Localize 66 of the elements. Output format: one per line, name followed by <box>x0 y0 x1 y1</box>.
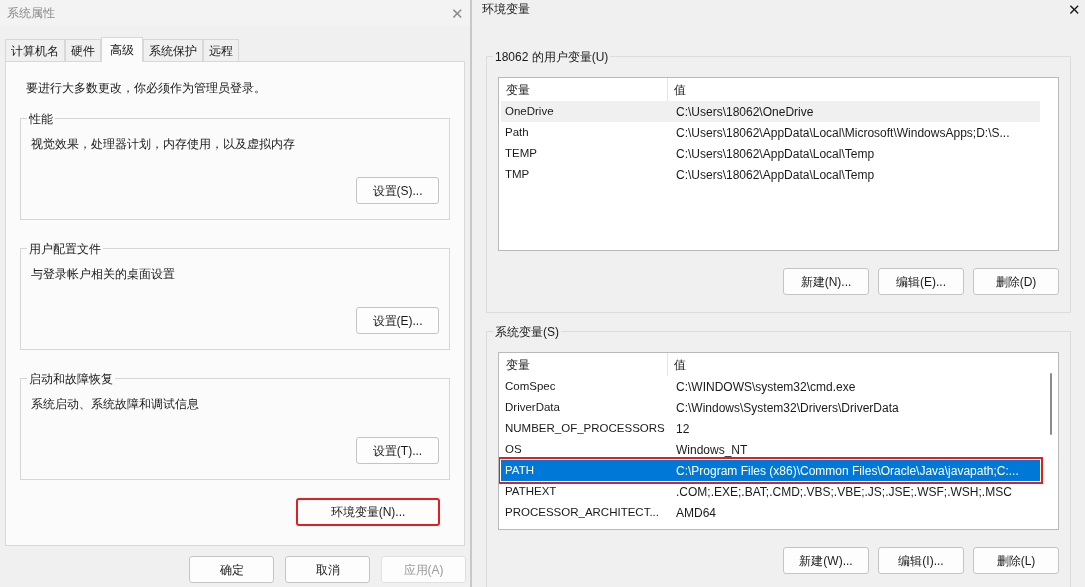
list-row[interactable]: TMP C:\Users\18062\AppData\Local\Temp <box>501 164 1040 185</box>
scrollbar-thumb[interactable] <box>1050 373 1052 435</box>
variable-value: C:\Users\18062\OneDrive <box>675 103 815 121</box>
group-title: 18062 的用户变量(U) <box>493 48 611 66</box>
variable-name: ComSpec <box>504 378 557 394</box>
variable-name: OneDrive <box>504 103 555 119</box>
variable-name: PATHEXT <box>504 483 558 499</box>
dialog-button[interactable]: 取消 <box>285 556 370 583</box>
list-row[interactable]: NUMBER_OF_PROCESSORS 12 <box>501 418 1040 439</box>
list-row[interactable]: OneDrive C:\Users\18062\OneDrive <box>501 101 1040 122</box>
list-action-button[interactable]: 新建(W)... <box>783 547 869 574</box>
variable-name: Path <box>504 124 530 140</box>
list-row[interactable]: TEMP C:\Users\18062\AppData\Local\Temp <box>501 143 1040 164</box>
window-title: 环境变量 <box>482 1 530 18</box>
tab[interactable]: 计算机名 <box>5 39 65 61</box>
variable-name: PROCESSOR_ARCHITECT... <box>504 504 660 520</box>
tab[interactable]: 系统保护 <box>143 39 203 61</box>
list-action-button[interactable]: 删除(L) <box>973 547 1059 574</box>
group-description: 视觉效果，处理器计划，内存使用，以及虚拟内存 <box>31 136 296 153</box>
variable-value: AMD64 <box>675 504 717 522</box>
variable-name: TEMP <box>504 145 538 161</box>
dialog-button[interactable]: 确定 <box>189 556 274 583</box>
variable-value: C:\Users\18062\AppData\Local\Microsoft\WindowsApps;D:\S... <box>675 124 1011 142</box>
list-action-button[interactable]: 删除(D) <box>973 268 1059 295</box>
settings-button[interactable]: 设置(S)... <box>356 177 439 204</box>
group-description: 与登录帐户相关的桌面设置 <box>31 266 176 283</box>
list-row[interactable]: PROCESSOR_ARCHITECT... AMD64 <box>501 502 1040 523</box>
variable-value: Windows_NT <box>675 441 749 459</box>
settings-button[interactable]: 设置(E)... <box>356 307 439 334</box>
variable-name: DriverData <box>504 399 561 415</box>
variable-name: OS <box>504 441 523 457</box>
variable-value: .COM;.EXE;.BAT;.CMD;.VBS;.VBE;.JS;.JSE;.WSF;.WSH;.MSC <box>675 483 1013 501</box>
variable-value: 12 <box>675 420 691 438</box>
group-title: 系统变量(S) <box>493 323 561 341</box>
group-title: 用户配置文件 <box>27 240 103 258</box>
group-title: 启动和故障恢复 <box>27 370 115 388</box>
group-description: 系统启动、系统故障和调试信息 <box>31 396 200 413</box>
variable-name: PATH <box>504 462 535 478</box>
list-action-button[interactable]: 编辑(E)... <box>878 268 964 295</box>
variable-value: C:\Windows\System32\Drivers\DriverData <box>675 399 900 417</box>
close-icon[interactable]: ✕ <box>1068 1 1081 17</box>
list-action-button[interactable]: 编辑(I)... <box>878 547 964 574</box>
list-row[interactable]: ComSpec C:\WINDOWS\system32\cmd.exe <box>501 376 1040 397</box>
column-header[interactable]: 变量 <box>501 353 668 376</box>
tab[interactable]: 远程 <box>203 39 239 61</box>
variable-value: C:\WINDOWS\system32\cmd.exe <box>675 378 857 396</box>
list-row[interactable]: PATH C:\Program Files (x86)\Common Files\Oracle\Java\javapath;C:... <box>501 460 1040 481</box>
list-row[interactable]: DriverData C:\Windows\System32\Drivers\DriverData <box>501 397 1040 418</box>
window-title: 系统属性 <box>7 5 55 22</box>
list-row[interactable]: OS Windows_NT <box>501 439 1040 460</box>
settings-button[interactable]: 设置(T)... <box>356 437 439 464</box>
tab[interactable]: 高级 <box>101 37 143 62</box>
variable-value: C:\Users\18062\AppData\Local\Temp <box>675 145 876 163</box>
notice-text: 要进行大多数更改，你必须作为管理员登录。 <box>25 80 267 97</box>
environment-variables-button[interactable]: 环境变量(N)... <box>296 498 440 526</box>
column-header[interactable]: 值 <box>668 80 1056 99</box>
variable-name: TMP <box>504 166 531 182</box>
tab[interactable]: 硬件 <box>65 39 101 61</box>
variable-name: NUMBER_OF_PROCESSORS <box>504 420 666 436</box>
list-row[interactable]: PATHEXT .COM;.EXE;.BAT;.CMD;.VBS;.VBE;.JS;.JSE;.WSF;.WSH;.MSC <box>501 481 1040 502</box>
variable-value: C:\Program Files (x86)\Common Files\Oracle\Java\javapath;C:... <box>675 462 1020 480</box>
column-header[interactable]: 值 <box>668 355 1056 374</box>
list-action-button[interactable]: 新建(N)... <box>783 268 869 295</box>
variable-value: C:\Users\18062\AppData\Local\Temp <box>675 166 876 184</box>
list-row[interactable]: Path C:\Users\18062\AppData\Local\Microsoft\WindowsApps;D:\S... <box>501 122 1040 143</box>
group-title: 性能 <box>27 110 55 128</box>
